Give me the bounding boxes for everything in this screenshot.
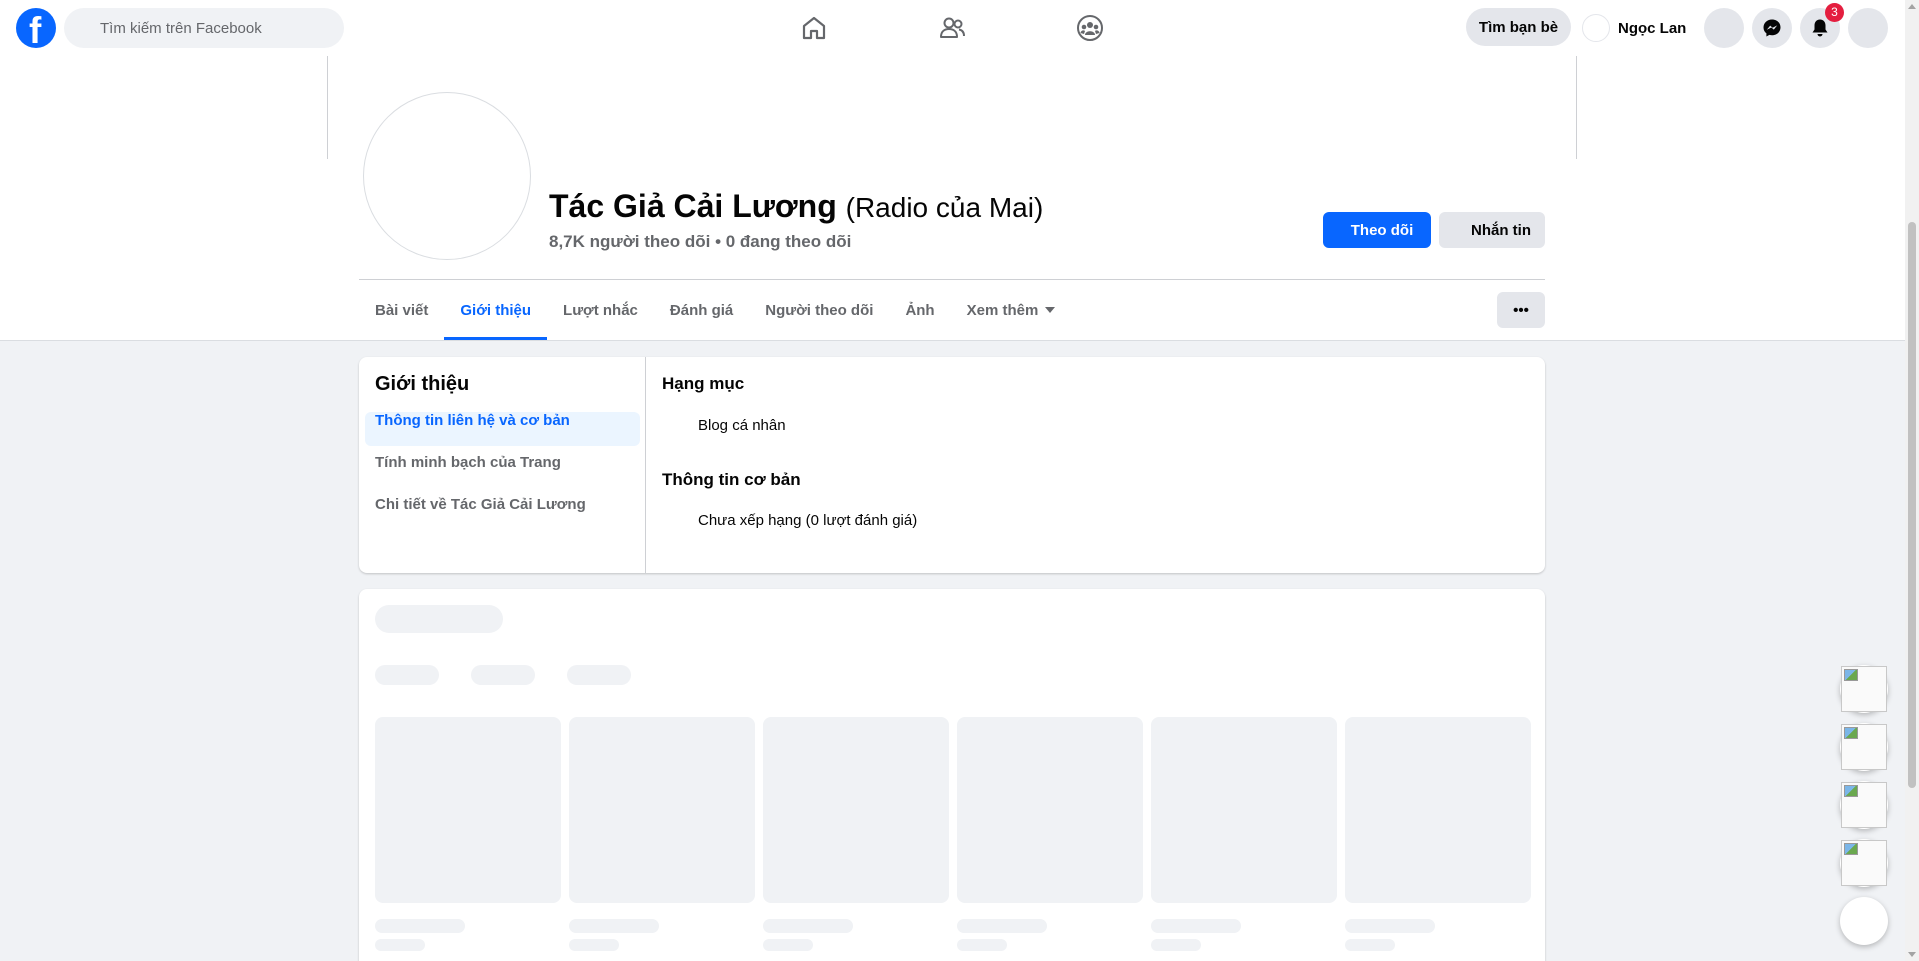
home-icon[interactable]: [759, 8, 869, 48]
user-name: Ngọc Lan: [1618, 19, 1687, 37]
floating-contact-bubble[interactable]: [1840, 723, 1888, 771]
tab-label: Đánh giá: [669, 301, 734, 319]
about-item-page-details[interactable]: Chi tiết về Tác Giả Cải Lương: [365, 496, 640, 530]
skeleton-tile: [1151, 717, 1337, 903]
skeleton-tile: [1345, 717, 1531, 903]
search-box[interactable]: [64, 8, 344, 48]
messenger-icon[interactable]: [1752, 8, 1792, 48]
page-alternate-name: (Radio của Mai): [845, 192, 1044, 223]
page-tabs: Bài viết Giới thiệu Lượt nhắc Đánh giá N…: [359, 280, 1071, 340]
tab-followers[interactable]: Người theo dõi: [749, 280, 889, 340]
tab-see-more[interactable]: Xem thêm: [951, 280, 1072, 340]
tab-photos[interactable]: Ảnh: [889, 280, 950, 340]
profile-shortcut[interactable]: Ngọc Lan: [1582, 8, 1686, 48]
new-message-button[interactable]: [1840, 897, 1888, 945]
skeleton-line: [1345, 919, 1435, 933]
skeleton-line: [375, 939, 425, 951]
about-title: Giới thiệu: [375, 373, 470, 395]
page-profile-picture[interactable]: [363, 92, 531, 260]
section-heading-basic-info: Thông tin cơ bản: [662, 470, 801, 489]
page-follower-stats[interactable]: 8,7K người theo dõi • 0 đang theo dõi: [549, 232, 851, 252]
follow-button[interactable]: Theo dõi: [1323, 212, 1431, 248]
floating-contact-bubble[interactable]: [1840, 839, 1888, 887]
tab-label: Xem thêm: [966, 301, 1039, 319]
top-navigation-bar: f Tìm bạn bè Ngọc Lan 3: [0, 0, 1905, 56]
rating-value: Chưa xếp hạng (0 lượt đánh giá): [698, 512, 918, 529]
floating-contact-bubble[interactable]: [1840, 665, 1888, 713]
scroll-down-arrow-icon[interactable]: [1908, 952, 1916, 957]
skeleton-tab: [471, 665, 535, 685]
notification-badge: 3: [1825, 3, 1844, 22]
scroll-up-arrow-icon[interactable]: [1908, 4, 1916, 9]
page-scrollbar[interactable]: [1905, 0, 1919, 961]
tab-posts[interactable]: Bài viết: [359, 280, 444, 340]
broken-image-icon: [1841, 724, 1887, 770]
skeleton-line: [375, 919, 465, 933]
tab-label: Lượt nhắc: [563, 301, 638, 319]
tab-label: Bài viết: [375, 301, 429, 319]
skeleton-line: [569, 919, 659, 933]
skeleton-tile: [375, 717, 561, 903]
skeleton-tab: [375, 665, 439, 685]
broken-image-icon: [1841, 782, 1887, 828]
cover-photo-edge-right: [1576, 56, 1577, 159]
skeleton-line: [1151, 939, 1201, 951]
skeleton-line: [957, 919, 1047, 933]
skeleton-line: [763, 919, 853, 933]
skeleton-tile: [569, 717, 755, 903]
menu-icon[interactable]: [1704, 8, 1744, 48]
more-options-button[interactable]: •••: [1497, 292, 1545, 328]
skeleton-line: [763, 939, 813, 951]
about-item-contact-basic-info[interactable]: Thông tin liên hệ và cơ bản: [365, 412, 640, 446]
skeleton-line: [1151, 919, 1241, 933]
skeleton-tile: [763, 717, 949, 903]
tab-about[interactable]: Giới thiệu: [444, 280, 547, 340]
message-button[interactable]: Nhắn tin: [1439, 212, 1545, 248]
loading-placeholder-card: [359, 589, 1545, 961]
account-avatar[interactable]: [1848, 8, 1888, 48]
skeleton-title: [375, 605, 503, 633]
find-friends-button[interactable]: Tìm bạn bè: [1466, 8, 1571, 46]
page-title: Tác Giả Cải Lương (Radio của Mai): [549, 188, 1043, 225]
about-card: Giới thiệu Thông tin liên hệ và cơ bản T…: [359, 357, 1545, 573]
avatar: [1582, 14, 1610, 42]
search-input[interactable]: [100, 8, 330, 48]
page-name: Tác Giả Cải Lương: [549, 188, 837, 224]
skeleton-line: [957, 939, 1007, 951]
search-icon: [78, 21, 90, 33]
facebook-logo-icon[interactable]: f: [16, 8, 56, 51]
tab-mentions[interactable]: Lượt nhắc: [547, 280, 654, 340]
about-sidebar: Giới thiệu Thông tin liên hệ và cơ bản T…: [359, 357, 646, 573]
tab-label: Giới thiệu: [460, 301, 532, 319]
groups-icon[interactable]: [1035, 8, 1145, 48]
tab-reviews[interactable]: Đánh giá: [654, 280, 749, 340]
tab-label: Người theo dõi: [765, 301, 874, 319]
page-profile-header: Tác Giả Cải Lương (Radio của Mai) 8,7K n…: [0, 56, 1905, 341]
skeleton-tile: [957, 717, 1143, 903]
tab-label: Ảnh: [905, 301, 935, 319]
cover-photo-edge-left: [327, 56, 328, 159]
floating-contact-bubble[interactable]: [1840, 781, 1888, 829]
friends-icon[interactable]: [897, 8, 1007, 48]
broken-image-icon: [1841, 666, 1887, 712]
section-heading-category: Hạng mục: [662, 374, 745, 393]
broken-image-icon: [1841, 840, 1887, 886]
category-value[interactable]: Blog cá nhân: [698, 417, 786, 434]
scrollbar-thumb[interactable]: [1908, 222, 1916, 788]
skeleton-line: [1345, 939, 1395, 951]
skeleton-line: [569, 939, 619, 951]
about-item-page-transparency[interactable]: Tính minh bạch của Trang: [365, 454, 640, 488]
skeleton-tab: [567, 665, 631, 685]
caret-down-icon: [1045, 307, 1056, 313]
